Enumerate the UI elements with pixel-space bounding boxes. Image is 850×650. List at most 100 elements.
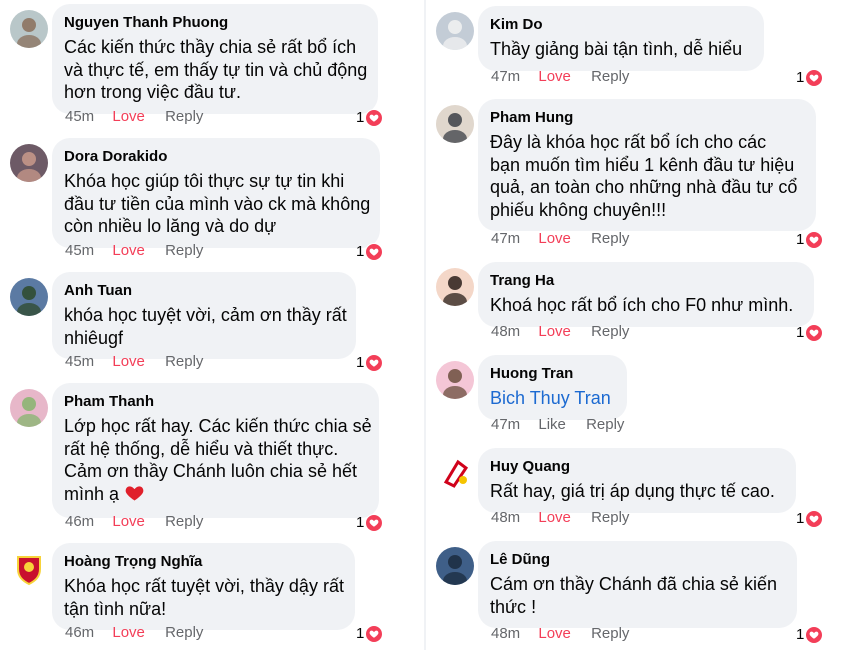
comment-text: Khoá học rất bổ ích cho F0 như mình. [490,294,801,317]
love-button[interactable]: Love [538,323,571,340]
comment-timestamp[interactable]: 47m [491,230,520,247]
reply-button[interactable]: Reply [591,509,629,526]
like-button[interactable]: Like [538,416,566,433]
avatar[interactable] [436,454,474,492]
reaction-count[interactable]: 1 [796,69,823,86]
avatar[interactable] [436,268,474,306]
avatar-woman-portrait-icon [436,268,474,306]
comment-timestamp[interactable]: 47m [491,68,520,85]
avatar[interactable] [436,361,474,399]
comment-timestamp[interactable]: 45m [65,353,94,370]
tagged-user-link[interactable]: Bich Thuy Tran [490,387,614,410]
reply-button[interactable]: Reply [591,323,629,340]
love-button[interactable]: Love [112,513,145,530]
comment-text-line: mình ạ [64,483,120,504]
love-button[interactable]: Love [112,624,145,641]
comment-author[interactable]: Huy Quang [490,457,783,477]
love-reaction-icon [366,243,383,260]
reaction-count[interactable]: 1 [356,109,383,126]
comment-text-line: phiếu không chuyên!!! [490,199,667,220]
comment-text: Các kiến thức thầy chia sẻ rất bổ ích và … [64,36,367,104]
reply-button[interactable]: Reply [591,625,629,642]
comment-text-line: Rất hay, giá trị áp dụng thực tế cao. [490,481,775,501]
right-comment-column: Kim Do Thầy giảng bài tận tình, dễ hiểu … [426,0,850,650]
avatar[interactable] [10,389,48,427]
comment-bubble: Huy Quang Rất hay, giá trị áp dụng thực … [478,448,796,513]
love-button[interactable]: Love [112,242,145,259]
comment-author[interactable]: Pham Thanh [64,392,366,412]
comment-actions: 46m Love Reply [65,624,203,641]
comment-author[interactable]: Pham Hung [490,108,803,128]
comment-text-line: Đây là khóa học rất bổ ích cho các [490,132,767,152]
avatar[interactable] [10,10,48,48]
comment-text-line: Khóa học rất tuyệt vời, thầy dậy rất [64,576,344,596]
comment-timestamp[interactable]: 46m [65,624,94,641]
love-button[interactable]: Love [538,625,571,642]
reaction-count[interactable]: 1 [796,626,823,643]
reply-button[interactable]: Reply [591,230,629,247]
comment-author[interactable]: Anh Tuan [64,281,343,301]
comment-timestamp[interactable]: 48m [491,323,520,340]
reply-button[interactable]: Reply [586,416,624,433]
comment-timestamp[interactable]: 48m [491,625,520,642]
avatar[interactable] [436,105,474,143]
reaction-count[interactable]: 1 [796,231,823,248]
comment-timestamp[interactable]: 46m [65,513,94,530]
comment-author[interactable]: Huong Tran [490,364,614,384]
reaction-count[interactable]: 1 [356,243,383,260]
comment-actions: 45m Love Reply [65,242,203,259]
love-button[interactable]: Love [112,108,145,125]
comment-text-line: Thầy giảng bài tận tình, dễ hiểu [490,39,743,59]
comment-author[interactable]: Dora Dorakido [64,147,367,167]
comment-author[interactable]: Kim Do [490,15,751,35]
comment-author[interactable]: Trang Ha [490,271,801,291]
comment-text-line: Cám ơn thầy Chánh đã chia sẻ kiến [490,574,777,594]
comment-author[interactable]: Lê Dũng [490,550,784,570]
avatar[interactable] [10,278,48,316]
reply-button[interactable]: Reply [165,353,203,370]
reaction-count-value: 1 [796,510,805,527]
reply-button[interactable]: Reply [165,108,203,125]
love-button[interactable]: Love [538,509,571,526]
avatar-plush-toy-icon [436,12,474,50]
comment-text: Rất hay, giá trị áp dụng thực tế cao. [490,480,783,503]
reaction-count[interactable]: 1 [356,354,383,371]
reply-button[interactable]: Reply [165,624,203,641]
reply-button[interactable]: Reply [165,513,203,530]
comment-text: Khóa học giúp tôi thực sự tự tin khi đầu … [64,170,370,238]
reaction-count[interactable]: 1 [356,625,383,642]
comment-timestamp[interactable]: 47m [491,416,520,433]
comment-actions: 47m Like Reply [491,416,624,433]
comment-timestamp[interactable]: 45m [65,242,94,259]
avatar[interactable] [436,547,474,585]
love-reaction-icon [366,514,383,531]
avatar[interactable] [10,549,48,587]
love-button[interactable]: Love [538,68,571,85]
avatar[interactable] [436,12,474,50]
comment-author[interactable]: Hoàng Trọng Nghĩa [64,552,342,572]
comment-bubble: Kim Do Thầy giảng bài tận tình, dễ hiểu [478,6,764,71]
comment-text-line: Cảm ơn thầy Chánh luôn chia sẻ hết [64,461,357,481]
love-reaction-icon [806,324,823,341]
reaction-count[interactable]: 1 [796,510,823,527]
avatar[interactable] [10,144,48,182]
reply-button[interactable]: Reply [165,242,203,259]
reaction-count[interactable]: 1 [796,324,823,341]
comment-timestamp[interactable]: 48m [491,509,520,526]
love-button[interactable]: Love [112,353,145,370]
love-button[interactable]: Love [538,230,571,247]
love-reaction-icon [806,626,823,643]
comment-text: Khóa học rất tuyệt vời, thầy dậy rất tận … [64,575,344,620]
comment-text-line: Các kiến thức thầy chia sẻ rất bổ ích [64,37,357,57]
comment-text-line: hơn trong việc đầu tư. [64,82,241,102]
comment-bubble: Nguyen Thanh Phuong Các kiến thức thầy c… [52,4,378,114]
reply-button[interactable]: Reply [591,68,629,85]
comment-text: Thầy giảng bài tận tình, dễ hiểu [490,38,751,61]
avatar-woman-icon [10,144,48,182]
comment-timestamp[interactable]: 45m [65,108,94,125]
reaction-count[interactable]: 1 [356,514,383,531]
comment-actions: 47m Love Reply [491,68,629,85]
comment-actions: 45m Love Reply [65,353,203,370]
comment-bubble: Trang Ha Khoá học rất bổ ích cho F0 như … [478,262,814,327]
comment-author[interactable]: Nguyen Thanh Phuong [64,13,365,33]
